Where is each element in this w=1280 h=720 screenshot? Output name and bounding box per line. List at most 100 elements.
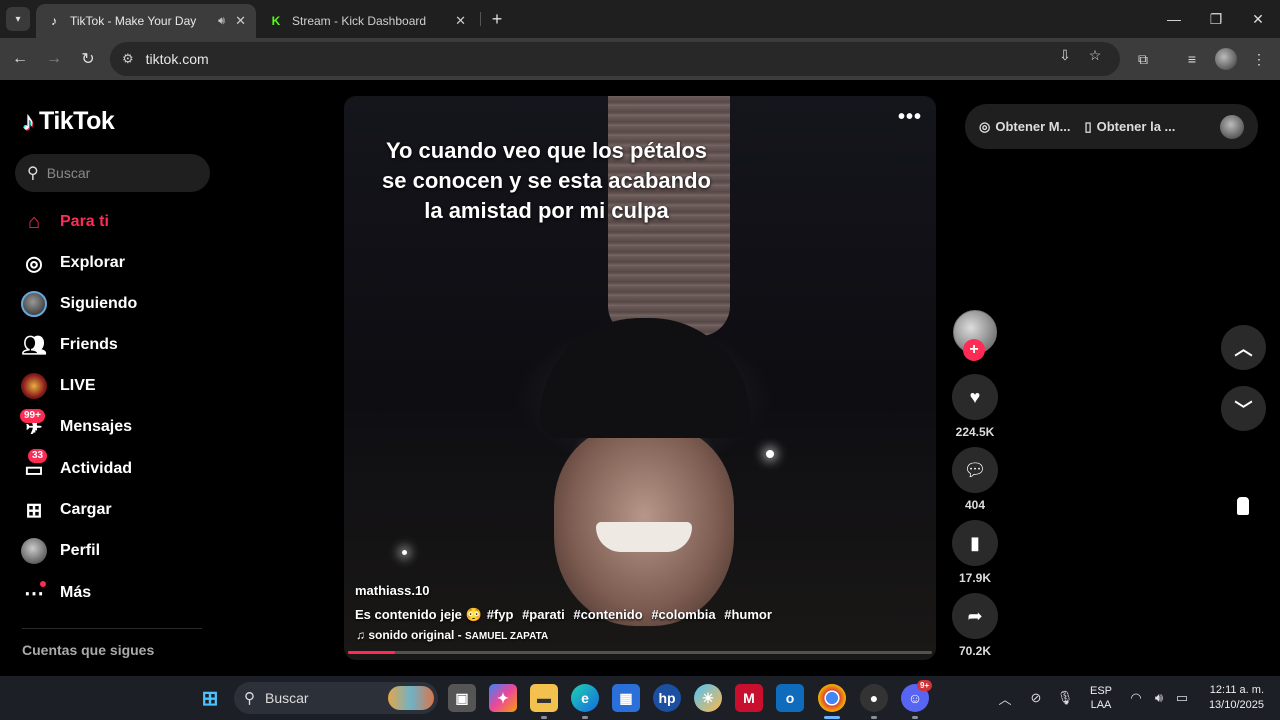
obs-icon[interactable]: ● [860, 684, 888, 712]
sidebar-item-actividad[interactable]: ▭ 33 Actividad [18, 449, 218, 485]
microphone-icon[interactable]: 🎙︎ [1056, 686, 1074, 710]
upload-icon: ⊞ [25, 499, 43, 522]
activity-badge: 33 [28, 449, 48, 463]
save-button[interactable]: ▮ [952, 520, 998, 566]
video-progress-fill [348, 651, 395, 654]
video-progress-bar[interactable] [348, 651, 932, 654]
windows-start-icon[interactable]: ⊞ [196, 684, 224, 712]
video-player[interactable]: Yo cuando veo que los pétalos se conocen… [344, 96, 936, 660]
share-count: 70.2K [958, 644, 992, 658]
tab-kick[interactable]: K Stream - Kick Dashboard ✕ [258, 4, 476, 38]
extensions-icon[interactable]: ⧉ [1131, 47, 1155, 71]
outlook-icon[interactable]: o [776, 684, 804, 712]
language-indicator[interactable]: ESP LAA [1090, 684, 1112, 712]
pill-label: Obtener M... [995, 119, 1071, 134]
clock[interactable]: 12:11 a. m. 13/10/2025 [1198, 683, 1264, 713]
compass-icon: ◎ [25, 252, 43, 275]
sidebar-item-label: Mensajes [60, 418, 133, 435]
music-note-icon: ♫ [356, 628, 369, 642]
task-view-icon[interactable]: ▣ [448, 684, 476, 712]
share-icon: ➦ [967, 605, 983, 626]
volume-icon[interactable]: 🔊︎ [1150, 686, 1168, 710]
hashtag-link[interactable]: #colombia [651, 607, 715, 622]
restore-button[interactable]: ❐ [1194, 0, 1238, 38]
close-window-button[interactable]: ✕ [1236, 0, 1280, 38]
tab-tiktok[interactable]: ♪ TikTok - Make Your Day 🔊︎ ✕ [36, 4, 256, 38]
sidebar-item-live[interactable]: LIVE [18, 370, 218, 402]
bookmark-star-icon[interactable]: ☆ [1086, 46, 1104, 64]
tab-divider [480, 12, 481, 26]
previous-video-button[interactable]: ︿ [1221, 325, 1266, 370]
comment-count: 404 [964, 498, 986, 512]
video-author[interactable]: mathiass.10 [355, 583, 429, 598]
battery-icon[interactable]: ▭ [1173, 686, 1191, 710]
copilot-icon[interactable]: ✦ [489, 684, 517, 712]
share-button[interactable]: ➦ [952, 593, 998, 639]
network-off-icon[interactable]: ⊘ [1027, 686, 1045, 710]
weather-icon[interactable]: ☀ [694, 684, 722, 712]
media-controls-icon[interactable]: ≡ [1180, 47, 1204, 71]
hashtag-link[interactable]: #fyp [487, 607, 514, 622]
reload-button[interactable]: ↻ [76, 47, 100, 71]
edge-icon[interactable]: e [571, 684, 599, 712]
user-avatar[interactable] [1220, 115, 1244, 139]
sidebar-item-perfil[interactable]: Perfil [18, 535, 218, 567]
address-bar[interactable]: ⚙ tiktok.com [110, 42, 1120, 76]
video-more-options-icon[interactable]: ••• [898, 106, 922, 129]
get-app-link[interactable]: ▯ Obtener la ... [1084, 119, 1175, 135]
video-music[interactable]: ♫ sonido original - SAMUEL ZAPATA [356, 628, 548, 642]
new-tab-button[interactable]: + [486, 8, 508, 30]
sidebar-item-explorar[interactable]: ◎ Explorar [18, 247, 218, 279]
friends-icon: 👥︎ [21, 334, 47, 357]
chrome-menu-icon[interactable]: ⋮ [1247, 47, 1271, 71]
chrome-profile-avatar[interactable] [1215, 48, 1237, 70]
minimize-button[interactable]: — [1152, 0, 1196, 38]
follow-plus-icon[interactable]: + [963, 339, 985, 361]
hashtag-link[interactable]: #contenido [573, 607, 642, 622]
sidebar-item-label: Siguiendo [60, 295, 138, 312]
forward-button[interactable]: → [42, 47, 66, 71]
mcafee-icon[interactable]: M [735, 684, 763, 712]
discord-icon[interactable]: ☺ 9+ [901, 680, 933, 712]
sidebar-item-cargar[interactable]: ⊞ Cargar [18, 494, 218, 526]
hp-icon[interactable]: hp [653, 684, 681, 712]
tiktok-logo[interactable]: ♪ TikTok [22, 106, 115, 137]
file-explorer-icon[interactable]: ▬ [530, 684, 558, 712]
wifi-icon[interactable]: ◠ [1127, 686, 1145, 710]
sidebar-item-mensajes[interactable]: ✈ 99+ Mensajes [18, 409, 218, 443]
live-icon [18, 372, 50, 400]
store-icon[interactable]: ▦ [612, 684, 640, 712]
speaker-icon[interactable]: 🔊︎ [218, 15, 225, 28]
tab-search-button[interactable]: ▾ [6, 7, 30, 31]
save-count: 17.9K [958, 571, 992, 585]
close-tab-icon[interactable]: ✕ [455, 13, 466, 29]
sidebar-item-siguiendo[interactable]: Siguiendo [18, 288, 218, 320]
heart-icon: ♥ [969, 386, 981, 407]
running-indicator [582, 716, 588, 719]
search-input[interactable] [46, 165, 187, 181]
show-hidden-icons-icon[interactable]: ︿ [998, 686, 1012, 710]
like-count: 224.5K [955, 425, 995, 439]
more-dot-badge [40, 581, 46, 587]
back-button[interactable]: ← [8, 47, 32, 71]
hashtag-link[interactable]: #humor [724, 607, 772, 622]
taskbar-search[interactable]: ⚲ Buscar [234, 682, 438, 714]
next-video-button[interactable]: ﹀ [1221, 386, 1266, 431]
get-app-pill: ◎ Obtener M... ▯ Obtener la ... [965, 104, 1258, 149]
comment-button[interactable]: 💬︎ [952, 447, 998, 493]
get-coins-link[interactable]: ◎ Obtener M... [979, 119, 1070, 135]
chrome-icon[interactable] [818, 684, 846, 712]
hashtag-link[interactable]: #parati [522, 607, 565, 622]
kick-favicon-icon: K [271, 14, 281, 28]
like-button[interactable]: ♥ [952, 374, 998, 420]
sidebar-item-friends[interactable]: 👥︎ Friends [18, 329, 218, 361]
sidebar-item-mas[interactable]: ⋯ Más [18, 577, 218, 609]
home-icon: ⌂ [27, 210, 41, 233]
search-box[interactable]: ⚲ [15, 154, 210, 192]
install-app-icon[interactable]: ⇩ [1056, 46, 1074, 64]
site-info-icon[interactable]: ⚙ [122, 51, 134, 67]
sidebar-item-para-ti[interactable]: ⌂ Para ti [18, 206, 218, 238]
close-tab-icon[interactable]: ✕ [235, 13, 246, 29]
music-artist: SAMUEL ZAPATA [465, 631, 549, 642]
comment-icon: 💬︎ [963, 459, 987, 480]
